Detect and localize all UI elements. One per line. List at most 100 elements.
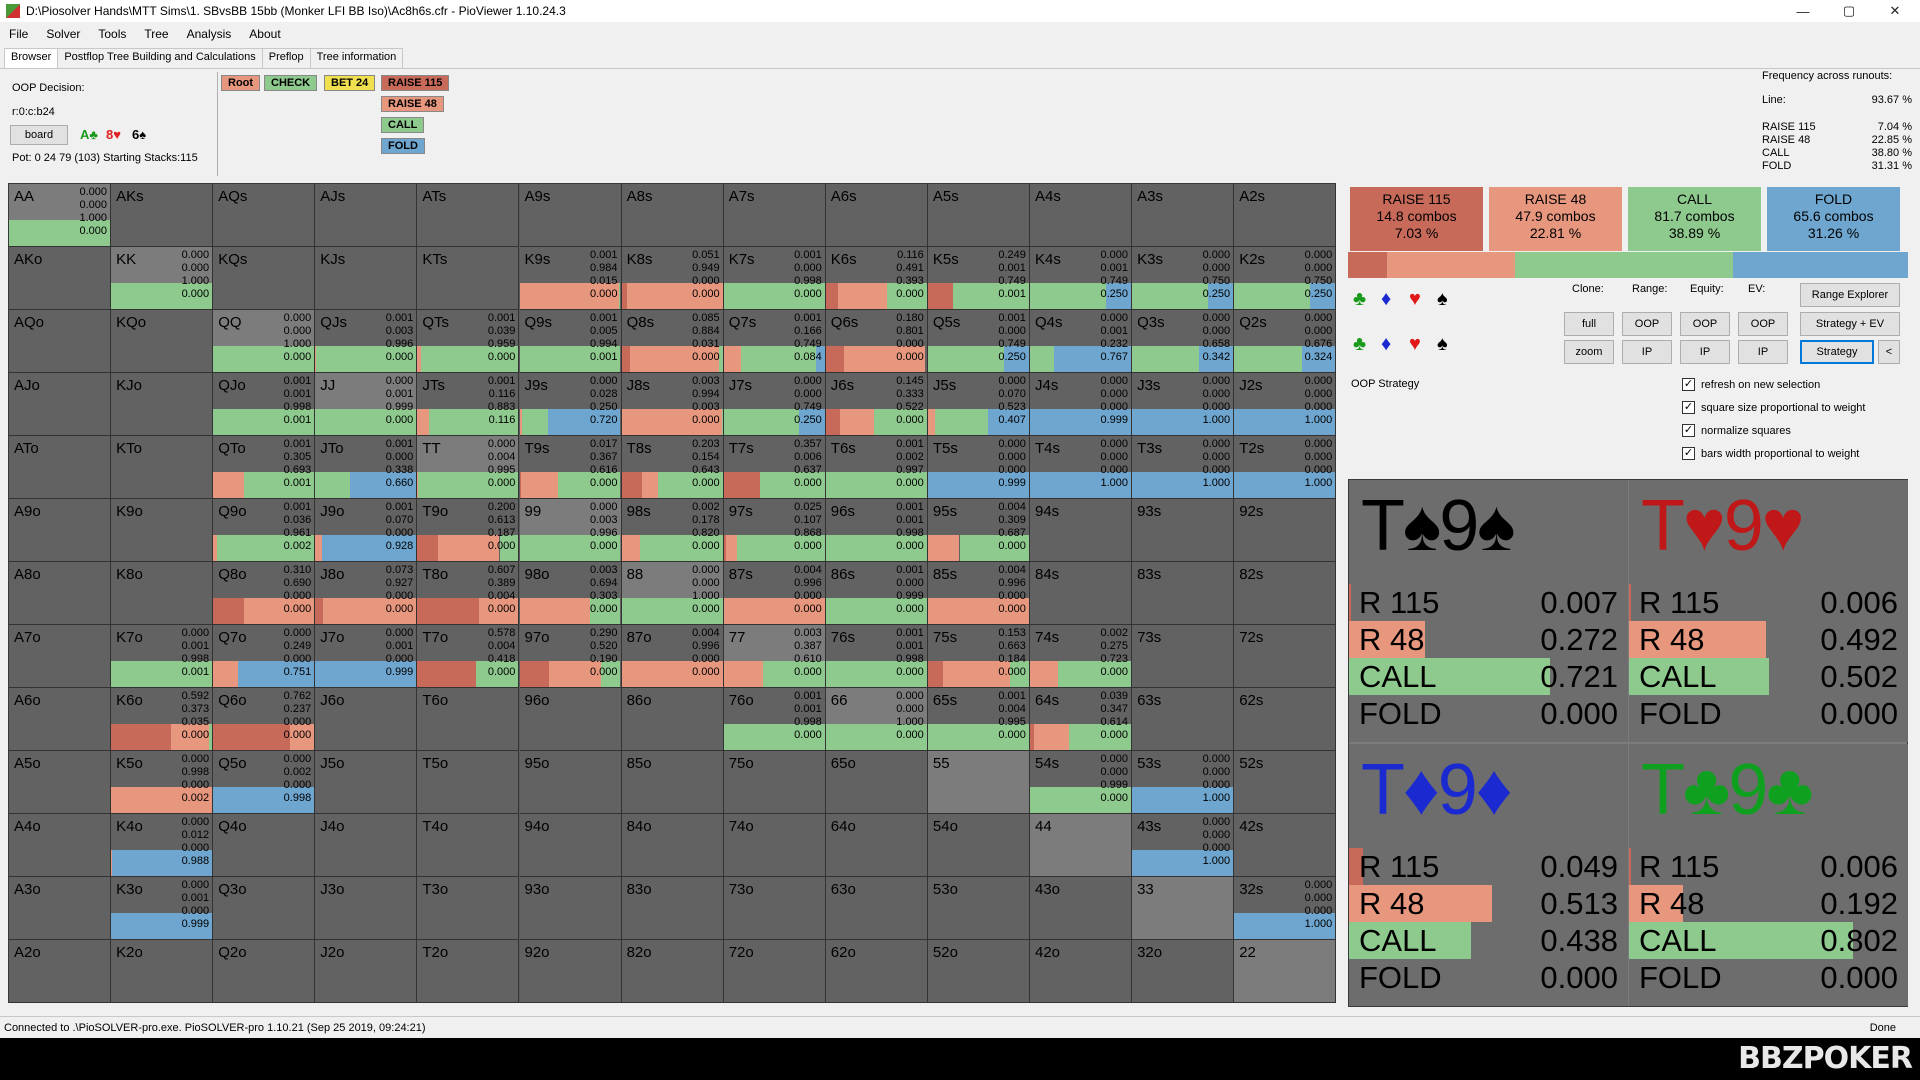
hand-cell[interactable]: 63o [825,877,928,940]
hand-cell[interactable]: AKo [9,247,111,310]
hand-cell[interactable]: 95o [519,751,622,814]
hand-cell[interactable]: Q4o [213,814,316,877]
minimize-icon[interactable]: — [1780,0,1826,22]
hand-cell[interactable]: 0.000 0.001 0.999 0.000 JJ [315,373,418,436]
hand-cell[interactable]: 0.000 0.002 0.000 0.998 Q5o [213,751,316,814]
hand-cell[interactable]: 0.001 0.070 0.000 0.928 J9o [315,499,418,562]
refresh-checkbox[interactable]: ✓ refresh on new selection [1682,378,1820,391]
hand-cell[interactable]: ATs [417,184,520,247]
hand-cell[interactable]: 0.025 0.107 0.868 0.000 97s [723,499,826,562]
hand-cell[interactable]: 0.000 0.000 1.000 0.000 AA [9,184,111,247]
hand-cell[interactable]: 0.153 0.663 0.184 0.000 75s [927,625,1030,688]
hand-cell[interactable]: KJo [111,373,214,436]
hand-cell[interactable]: 73o [723,877,826,940]
close-icon[interactable]: ✕ [1872,0,1918,22]
strategy-ev-button[interactable]: Strategy + EV [1800,312,1900,336]
hand-cell[interactable]: 32o [1132,940,1235,1003]
hand-cell[interactable]: K8o [111,562,214,625]
tree-node-fold[interactable]: FOLD [381,138,425,154]
hand-cell[interactable]: 55 [927,751,1030,814]
tree-node-check[interactable]: CHECK [264,75,318,91]
equity-ip-button[interactable]: IP [1680,340,1730,364]
hand-cell[interactable]: 0.002 0.275 0.723 0.000 74s [1030,625,1132,688]
hand-cell[interactable]: KQo [111,310,214,373]
hand-cell[interactable]: 82o [621,940,724,1003]
hand-cell[interactable]: 42s [1234,814,1337,877]
strategy-button[interactable]: Strategy [1800,340,1874,364]
hand-cell[interactable]: A3o [9,877,111,940]
hand-cell[interactable]: 0.000 0.000 1.000 0.000 66 [825,688,928,751]
hand-cell[interactable]: 96o [519,688,622,751]
hand-cell[interactable]: 0.200 0.613 0.187 0.000 T9o [417,499,520,562]
combo-box[interactable]: T♣9♣ R 115 0.006 R 48 0.192 CALL 0.802 FOLD 0.00… [1629,744,1908,1006]
hand-cell[interactable]: 0.357 0.006 0.637 0.000 T7s [723,436,826,499]
hand-cell[interactable]: KTs [417,247,520,310]
hand-cell[interactable]: 0.000 0.004 0.995 0.000 TT [417,436,520,499]
hand-cell[interactable]: 0.039 0.347 0.614 0.000 64s [1030,688,1132,751]
spade-icon[interactable]: ♠ [1437,288,1448,311]
hand-cell[interactable]: 65o [825,751,928,814]
diamond-icon[interactable]: ♦ [1381,333,1391,356]
hand-cell[interactable]: A4s [1030,184,1132,247]
hand-cell[interactable]: 0.000 0.003 0.996 0.000 99 [519,499,622,562]
hand-cell[interactable]: 42o [1030,940,1132,1003]
hand-cell[interactable]: 0.290 0.520 0.190 0.000 97o [519,625,622,688]
hand-cell[interactable]: 0.000 0.000 0.750 0.250 K3s [1132,247,1235,310]
hand-cell[interactable]: 0.000 0.000 0.000 0.999 T5s [927,436,1030,499]
hand-cell[interactable]: AQo [9,310,111,373]
hand-cell[interactable]: 63s [1132,688,1235,751]
hand-cell[interactable]: 54o [927,814,1030,877]
hand-cell[interactable]: 0.000 0.000 0.000 1.000 43s [1132,814,1235,877]
hand-cell[interactable]: 0.003 0.694 0.303 0.000 98o [519,562,622,625]
hand-cell[interactable]: A8s [621,184,724,247]
hand-cell[interactable]: K2o [111,940,214,1003]
hand-cell[interactable]: 84s [1030,562,1132,625]
hand-cell[interactable]: J3o [315,877,418,940]
bars-width-checkbox[interactable]: ✓ bars width proportional to weight [1682,447,1859,460]
hand-cell[interactable]: 53o [927,877,1030,940]
hand-cell[interactable]: A4o [9,814,111,877]
menu-file[interactable]: File [0,27,37,41]
hand-cell[interactable]: 0.000 0.249 0.000 0.751 Q7o [213,625,316,688]
hand-cell[interactable]: 0.001 0.305 0.693 0.001 QTo [213,436,316,499]
hand-cell[interactable]: 0.004 0.309 0.687 0.000 95s [927,499,1030,562]
hand-cell[interactable]: 52s [1234,751,1337,814]
hand-cell[interactable]: 0.000 0.000 0.658 0.342 Q3s [1132,310,1235,373]
hand-cell[interactable]: A6o [9,688,111,751]
tab-postflop-tree[interactable]: Postflop Tree Building and Calculations [57,48,263,68]
hand-cell[interactable]: 75o [723,751,826,814]
menu-solver[interactable]: Solver [37,27,89,41]
hand-cell[interactable]: KJs [315,247,418,310]
hand-cell[interactable]: T4o [417,814,520,877]
hand-cell[interactable]: 0.000 0.000 0.749 0.250 J7s [723,373,826,436]
hand-cell[interactable]: 0.000 0.000 0.750 0.250 K2s [1234,247,1337,310]
heart-icon[interactable]: ♥ [1409,333,1421,356]
hand-cell[interactable]: T5o [417,751,520,814]
hand-cell[interactable]: T3o [417,877,520,940]
hand-cell[interactable]: 0.310 0.690 0.000 0.000 Q8o [213,562,316,625]
hand-cell[interactable]: 0.001 0.000 0.999 0.000 86s [825,562,928,625]
combo-box[interactable]: T♠9♠ R 115 0.007 R 48 0.272 CALL 0.721 FOLD 0.00… [1349,480,1628,742]
hand-cell[interactable]: 93o [519,877,622,940]
hand-cell[interactable]: 0.000 0.001 0.000 0.999 J7o [315,625,418,688]
hand-cell[interactable]: 92o [519,940,622,1003]
hand-cell[interactable]: 0.004 0.996 0.000 0.000 85s [927,562,1030,625]
hand-cell[interactable]: 0.001 0.116 0.883 0.116 JTs [417,373,520,436]
hand-cell[interactable]: 0.001 0.003 0.996 0.000 QJs [315,310,418,373]
hand-cell[interactable]: J4o [315,814,418,877]
hand-cell[interactable]: 22 [1234,940,1337,1003]
hand-cell[interactable]: 72o [723,940,826,1003]
hand-cell[interactable]: 0.000 0.000 0.000 0.999 J4s [1030,373,1132,436]
tab-preflop[interactable]: Preflop [261,48,311,68]
hand-cell[interactable]: AJs [315,184,418,247]
hand-cell[interactable]: KQs [213,247,316,310]
hand-cell[interactable]: 0.001 0.039 0.959 0.000 QTs [417,310,520,373]
hand-cell[interactable]: 0.002 0.178 0.820 0.000 98s [621,499,724,562]
hand-cell[interactable]: 82s [1234,562,1337,625]
range-oop-button[interactable]: OOP [1622,312,1672,336]
hand-cell[interactable]: 92s [1234,499,1337,562]
hand-cell[interactable]: A3s [1132,184,1235,247]
hand-cell[interactable]: 0.001 0.036 0.961 0.002 Q9o [213,499,316,562]
ev-ip-button[interactable]: IP [1738,340,1788,364]
menu-about[interactable]: About [240,27,289,41]
